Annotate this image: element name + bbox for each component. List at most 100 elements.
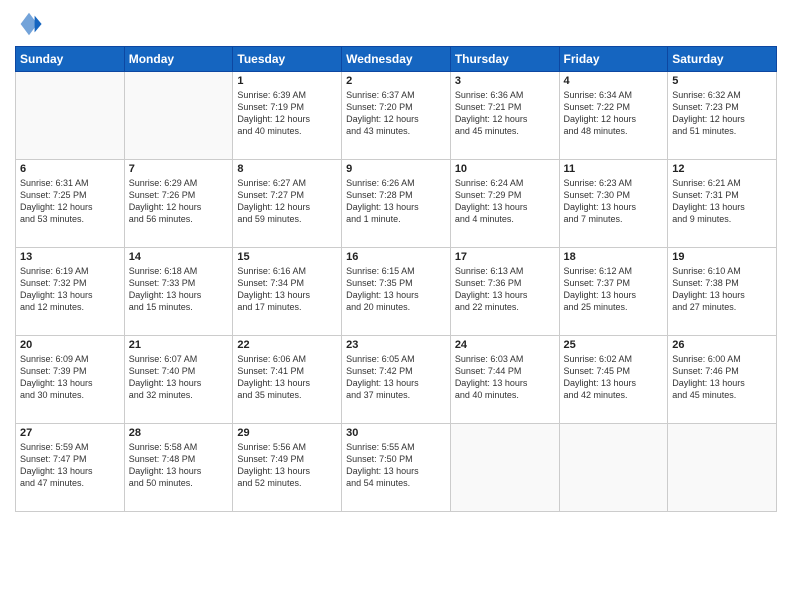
calendar-week-row: 1 Sunrise: 6:39 AM Sunset: 7:19 PM Daylig… xyxy=(16,72,777,160)
day-number: 9 xyxy=(346,163,446,175)
day-info: Sunrise: 6:18 AM Sunset: 7:33 PM Dayligh… xyxy=(129,265,229,314)
calendar-week-row: 13 Sunrise: 6:19 AM Sunset: 7:32 PM Dayli… xyxy=(16,248,777,336)
day-info: Sunrise: 6:10 AM Sunset: 7:38 PM Dayligh… xyxy=(672,265,772,314)
logo-icon xyxy=(15,10,43,38)
calendar-cell: 13 Sunrise: 6:19 AM Sunset: 7:32 PM Dayli… xyxy=(16,248,125,336)
day-info: Sunrise: 6:15 AM Sunset: 7:35 PM Dayligh… xyxy=(346,265,446,314)
day-info: Sunrise: 6:06 AM Sunset: 7:41 PM Dayligh… xyxy=(237,353,337,402)
day-number: 16 xyxy=(346,251,446,263)
calendar-cell: 3 Sunrise: 6:36 AM Sunset: 7:21 PM Daylig… xyxy=(450,72,559,160)
day-number: 23 xyxy=(346,339,446,351)
calendar-cell: 16 Sunrise: 6:15 AM Sunset: 7:35 PM Dayli… xyxy=(342,248,451,336)
calendar-cell: 21Sunrise: 6:07 AM Sunset: 7:40 PM Dayli… xyxy=(124,336,233,424)
day-number: 22 xyxy=(237,339,337,351)
calendar-cell: 4Sunrise: 6:34 AM Sunset: 7:22 PM Daylig… xyxy=(559,72,668,160)
day-number: 2 xyxy=(346,75,446,87)
header xyxy=(15,10,777,38)
day-info: Sunrise: 6:39 AM Sunset: 7:19 PM Dayligh… xyxy=(237,89,337,138)
day-info: Sunrise: 6:03 AM Sunset: 7:44 PM Dayligh… xyxy=(455,353,555,402)
calendar-cell: 19 Sunrise: 6:10 AM Sunset: 7:38 PM Dayli… xyxy=(668,248,777,336)
day-number: 10 xyxy=(455,163,555,175)
day-info: Sunrise: 6:27 AM Sunset: 7:27 PM Dayligh… xyxy=(237,177,337,226)
calendar-cell: 22 Sunrise: 6:06 AM Sunset: 7:41 PM Dayli… xyxy=(233,336,342,424)
page: SundayMondayTuesdayWednesdayThursdayFrid… xyxy=(0,0,792,612)
day-number: 1 xyxy=(237,75,337,87)
day-info: Sunrise: 5:58 AM Sunset: 7:48 PM Dayligh… xyxy=(129,441,229,490)
weekday-header: Friday xyxy=(559,47,668,72)
day-info: Sunrise: 5:56 AM Sunset: 7:49 PM Dayligh… xyxy=(237,441,337,490)
calendar-cell: 7 Sunrise: 6:29 AM Sunset: 7:26 PM Daylig… xyxy=(124,160,233,248)
day-number: 7 xyxy=(129,163,229,175)
weekday-header: Thursday xyxy=(450,47,559,72)
calendar-week-row: 20 Sunrise: 6:09 AM Sunset: 7:39 PM Dayli… xyxy=(16,336,777,424)
calendar-cell: 23 Sunrise: 6:05 AM Sunset: 7:42 PM Dayli… xyxy=(342,336,451,424)
day-number: 24 xyxy=(455,339,555,351)
calendar-cell: 28Sunrise: 5:58 AM Sunset: 7:48 PM Dayli… xyxy=(124,424,233,512)
calendar: SundayMondayTuesdayWednesdayThursdayFrid… xyxy=(15,46,777,512)
calendar-cell: 17 Sunrise: 6:13 AM Sunset: 7:36 PM Dayli… xyxy=(450,248,559,336)
calendar-cell: 15 Sunrise: 6:16 AM Sunset: 7:34 PM Dayli… xyxy=(233,248,342,336)
day-number: 3 xyxy=(455,75,555,87)
calendar-cell xyxy=(450,424,559,512)
calendar-cell xyxy=(16,72,125,160)
calendar-body: 1 Sunrise: 6:39 AM Sunset: 7:19 PM Daylig… xyxy=(16,72,777,512)
day-info: Sunrise: 6:29 AM Sunset: 7:26 PM Dayligh… xyxy=(129,177,229,226)
weekday-header: Sunday xyxy=(16,47,125,72)
calendar-cell: 6 Sunrise: 6:31 AM Sunset: 7:25 PM Daylig… xyxy=(16,160,125,248)
weekday-row: SundayMondayTuesdayWednesdayThursdayFrid… xyxy=(16,47,777,72)
day-info: Sunrise: 6:12 AM Sunset: 7:37 PM Dayligh… xyxy=(564,265,664,314)
calendar-cell xyxy=(124,72,233,160)
day-number: 19 xyxy=(672,251,772,263)
calendar-cell xyxy=(559,424,668,512)
day-number: 8 xyxy=(237,163,337,175)
calendar-cell: 14 Sunrise: 6:18 AM Sunset: 7:33 PM Dayli… xyxy=(124,248,233,336)
calendar-week-row: 27 Sunrise: 5:59 AM Sunset: 7:47 PM Dayli… xyxy=(16,424,777,512)
weekday-header: Monday xyxy=(124,47,233,72)
day-number: 20 xyxy=(20,339,120,351)
calendar-cell: 1 Sunrise: 6:39 AM Sunset: 7:19 PM Daylig… xyxy=(233,72,342,160)
day-info: Sunrise: 6:16 AM Sunset: 7:34 PM Dayligh… xyxy=(237,265,337,314)
day-info: Sunrise: 6:21 AM Sunset: 7:31 PM Dayligh… xyxy=(672,177,772,226)
calendar-cell: 27 Sunrise: 5:59 AM Sunset: 7:47 PM Dayli… xyxy=(16,424,125,512)
day-number: 13 xyxy=(20,251,120,263)
day-number: 15 xyxy=(237,251,337,263)
calendar-week-row: 6 Sunrise: 6:31 AM Sunset: 7:25 PM Daylig… xyxy=(16,160,777,248)
day-number: 17 xyxy=(455,251,555,263)
calendar-cell: 20 Sunrise: 6:09 AM Sunset: 7:39 PM Dayli… xyxy=(16,336,125,424)
day-info: Sunrise: 6:13 AM Sunset: 7:36 PM Dayligh… xyxy=(455,265,555,314)
day-info: Sunrise: 6:23 AM Sunset: 7:30 PM Dayligh… xyxy=(564,177,664,226)
day-info: Sunrise: 6:36 AM Sunset: 7:21 PM Dayligh… xyxy=(455,89,555,138)
calendar-cell: 30Sunrise: 5:55 AM Sunset: 7:50 PM Dayli… xyxy=(342,424,451,512)
day-info: Sunrise: 5:55 AM Sunset: 7:50 PM Dayligh… xyxy=(346,441,446,490)
calendar-cell: 18 Sunrise: 6:12 AM Sunset: 7:37 PM Dayli… xyxy=(559,248,668,336)
day-info: Sunrise: 6:05 AM Sunset: 7:42 PM Dayligh… xyxy=(346,353,446,402)
calendar-cell: 12 Sunrise: 6:21 AM Sunset: 7:31 PM Dayli… xyxy=(668,160,777,248)
day-info: Sunrise: 6:00 AM Sunset: 7:46 PM Dayligh… xyxy=(672,353,772,402)
weekday-header: Tuesday xyxy=(233,47,342,72)
day-number: 29 xyxy=(237,427,337,439)
calendar-cell: 29 Sunrise: 5:56 AM Sunset: 7:49 PM Dayli… xyxy=(233,424,342,512)
day-info: Sunrise: 6:09 AM Sunset: 7:39 PM Dayligh… xyxy=(20,353,120,402)
calendar-cell: 10 Sunrise: 6:24 AM Sunset: 7:29 PM Dayli… xyxy=(450,160,559,248)
day-number: 18 xyxy=(564,251,664,263)
calendar-header: SundayMondayTuesdayWednesdayThursdayFrid… xyxy=(16,47,777,72)
day-info: Sunrise: 5:59 AM Sunset: 7:47 PM Dayligh… xyxy=(20,441,120,490)
day-number: 26 xyxy=(672,339,772,351)
day-info: Sunrise: 6:19 AM Sunset: 7:32 PM Dayligh… xyxy=(20,265,120,314)
day-number: 14 xyxy=(129,251,229,263)
day-info: Sunrise: 6:26 AM Sunset: 7:28 PM Dayligh… xyxy=(346,177,446,226)
calendar-cell: 5Sunrise: 6:32 AM Sunset: 7:23 PM Daylig… xyxy=(668,72,777,160)
day-info: Sunrise: 6:02 AM Sunset: 7:45 PM Dayligh… xyxy=(564,353,664,402)
day-number: 27 xyxy=(20,427,120,439)
calendar-cell: 8 Sunrise: 6:27 AM Sunset: 7:27 PM Daylig… xyxy=(233,160,342,248)
day-info: Sunrise: 6:24 AM Sunset: 7:29 PM Dayligh… xyxy=(455,177,555,226)
calendar-cell: 25Sunrise: 6:02 AM Sunset: 7:45 PM Dayli… xyxy=(559,336,668,424)
calendar-cell: 11Sunrise: 6:23 AM Sunset: 7:30 PM Dayli… xyxy=(559,160,668,248)
calendar-cell: 24 Sunrise: 6:03 AM Sunset: 7:44 PM Dayli… xyxy=(450,336,559,424)
weekday-header: Wednesday xyxy=(342,47,451,72)
day-number: 6 xyxy=(20,163,120,175)
day-number: 12 xyxy=(672,163,772,175)
logo xyxy=(15,10,47,38)
day-info: Sunrise: 6:31 AM Sunset: 7:25 PM Dayligh… xyxy=(20,177,120,226)
day-number: 4 xyxy=(564,75,664,87)
